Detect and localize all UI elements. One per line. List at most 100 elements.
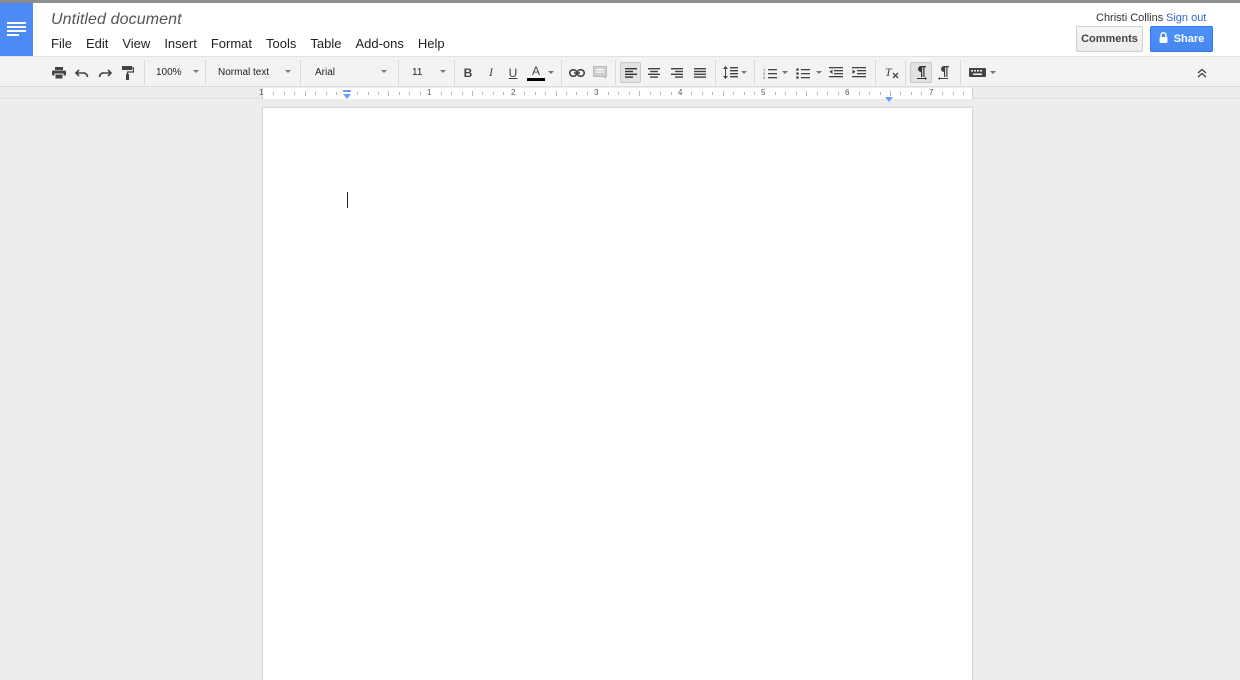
- share-button-label: Share: [1173, 33, 1205, 45]
- comments-button-label: Comments: [1081, 33, 1138, 45]
- align-right-icon[interactable]: [666, 62, 687, 83]
- toolbar-separator: [454, 60, 455, 85]
- menu-view[interactable]: View: [115, 34, 157, 54]
- menu-tools[interactable]: Tools: [259, 34, 303, 54]
- ruler-tick: [953, 92, 954, 95]
- chevron-down-icon[interactable]: [990, 71, 996, 74]
- chevron-down-icon[interactable]: [816, 71, 822, 74]
- ruler-tick: [315, 92, 316, 95]
- font-value: Arial: [315, 67, 336, 78]
- keyboard-icon[interactable]: [966, 62, 988, 83]
- ruler-tick: [650, 92, 651, 95]
- undo-icon[interactable]: [72, 62, 92, 83]
- ruler-tick: [503, 92, 504, 95]
- comments-button[interactable]: Comments: [1076, 26, 1143, 52]
- menu-addons[interactable]: Add-ons: [348, 34, 410, 54]
- text-direction-rtl-icon[interactable]: [934, 62, 954, 83]
- ruler-tick: [284, 92, 285, 95]
- paint-format-icon[interactable]: [118, 62, 138, 83]
- ruler-tick: [911, 92, 912, 95]
- redo-icon[interactable]: [95, 62, 115, 83]
- font-select[interactable]: Arial: [312, 62, 387, 83]
- ruler-tick: [942, 92, 943, 95]
- share-button[interactable]: Share: [1150, 26, 1213, 52]
- print-icon[interactable]: [49, 62, 69, 83]
- toolbar-separator: [205, 60, 206, 85]
- chevron-down-icon: [440, 70, 446, 73]
- ruler-track: 1 1 2 3 4 5 6 7: [259, 88, 973, 102]
- toolbar-separator: [905, 60, 906, 85]
- text-direction-ltr-icon[interactable]: [910, 62, 932, 83]
- ruler-tick: [712, 92, 713, 95]
- ruler-tick: [608, 92, 609, 95]
- font-size-value: 11: [412, 67, 423, 78]
- ruler-tick: [472, 91, 473, 96]
- ruler-tick: [838, 92, 839, 95]
- zoom-select[interactable]: 100%: [153, 62, 199, 83]
- sign-out-link[interactable]: Sign out: [1166, 12, 1206, 24]
- italic-button[interactable]: I: [482, 62, 500, 83]
- chevron-down-icon[interactable]: [548, 71, 554, 74]
- ruler-tick: [462, 92, 463, 95]
- ruler-tick: [576, 92, 577, 95]
- ruler-tick: [378, 92, 379, 95]
- ruler-tick: [921, 92, 922, 95]
- align-left-icon[interactable]: [620, 62, 641, 83]
- account-name[interactable]: Christi Collins: [1096, 12, 1163, 24]
- ruler-tick: [629, 92, 630, 95]
- ruler-tick: [827, 92, 828, 95]
- menu-table[interactable]: Table: [303, 34, 348, 54]
- font-size-select[interactable]: 11: [409, 62, 446, 83]
- ruler-label: 1: [427, 88, 432, 97]
- app-header: Untitled document File Edit View Insert …: [0, 3, 1240, 56]
- menu-edit[interactable]: Edit: [79, 34, 115, 54]
- bold-button[interactable]: B: [459, 62, 477, 83]
- clear-formatting-icon[interactable]: T: [881, 62, 901, 83]
- toolbar-separator: [561, 60, 562, 85]
- menu-file[interactable]: File: [44, 34, 79, 54]
- align-justify-icon[interactable]: [689, 62, 710, 83]
- link-icon[interactable]: [567, 62, 587, 83]
- ruler-tick: [441, 92, 442, 95]
- ruler-tick: [775, 92, 776, 95]
- chevron-down-icon: [381, 70, 387, 73]
- ruler-label: 2: [511, 88, 516, 97]
- ruler-label: 5: [761, 88, 766, 97]
- document-page[interactable]: [262, 107, 973, 680]
- ruler-tick: [900, 92, 901, 95]
- toolbar-separator: [715, 60, 716, 85]
- underline-button[interactable]: U: [504, 62, 522, 83]
- chevron-down-icon[interactable]: [741, 71, 747, 74]
- ruler-tick: [744, 92, 745, 95]
- ruler-tick: [336, 92, 337, 95]
- menu-insert[interactable]: Insert: [157, 34, 204, 54]
- ruler-tick: [639, 91, 640, 96]
- ruler-label: 1: [259, 88, 264, 97]
- toolbar-separator: [144, 60, 145, 85]
- text-cursor: [347, 192, 348, 208]
- menu-format[interactable]: Format: [204, 34, 259, 54]
- docs-home-icon[interactable]: [0, 3, 33, 56]
- ruler-tick: [326, 92, 327, 95]
- paragraph-style-select[interactable]: Normal text: [215, 62, 291, 83]
- chevron-down-icon[interactable]: [782, 71, 788, 74]
- insert-comment-icon[interactable]: [590, 62, 610, 83]
- ruler-tick: [294, 92, 295, 95]
- text-color-button[interactable]: A: [526, 62, 546, 83]
- increase-indent-icon[interactable]: [849, 62, 869, 83]
- toolbar-separator: [398, 60, 399, 85]
- ruler-tick: [305, 91, 306, 96]
- line-spacing-icon[interactable]: [720, 62, 740, 83]
- left-indent-marker[interactable]: [342, 88, 352, 106]
- document-title[interactable]: Untitled document: [51, 11, 182, 29]
- decrease-indent-icon[interactable]: [826, 62, 846, 83]
- ruler-tick: [482, 92, 483, 95]
- ruler-tick: [880, 92, 881, 95]
- collapse-toolbar-icon[interactable]: [1192, 62, 1212, 83]
- bulleted-list-icon[interactable]: [793, 62, 813, 83]
- menu-help[interactable]: Help: [411, 34, 452, 54]
- numbered-list-icon[interactable]: 1 2 3: [760, 62, 780, 83]
- ruler-tick: [409, 92, 410, 95]
- lock-icon: [1159, 32, 1168, 46]
- align-center-icon[interactable]: [643, 62, 664, 83]
